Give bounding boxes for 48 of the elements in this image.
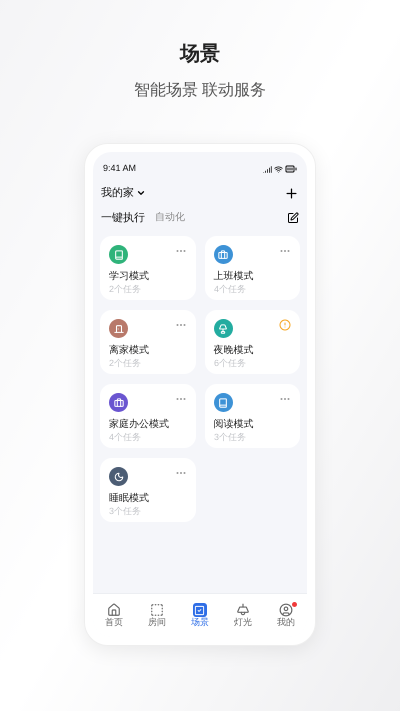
task-count: 2个任务 [109,286,142,294]
home-icon [107,603,122,617]
scene-card[interactable]: 夜晚模式 6个任务 [204,310,300,374]
scene-card[interactable]: 阅读模式 3个任务 [204,384,300,448]
wifi-icon [274,164,283,174]
scene-name: 学习模式 [109,272,150,282]
task-count: 6个任务 [214,360,246,368]
home-selector[interactable]: 我的家 [101,185,134,202]
book-icon [218,398,228,408]
signal-icon [263,164,272,174]
room-icon [150,603,164,617]
nav-tab[interactable]: 场景 [190,603,210,628]
scene-name: 上班模式 [214,272,254,282]
scene-name: 夜晚模式 [214,346,254,356]
task-count: 4个任务 [109,434,142,442]
task-count: 2个任务 [109,360,142,368]
door-icon [114,324,124,334]
user-icon [278,603,293,617]
nav-tab[interactable]: 我的 [276,603,296,628]
scene-name: 离家模式 [109,346,150,356]
task-count: 3个任务 [109,508,142,516]
checkbox-icon [194,604,206,616]
status-time: 9:41 AM [103,162,136,176]
ceiling-lamp-icon [236,603,250,617]
nav-tab[interactable]: 首页 [104,603,124,628]
battery-icon [285,163,297,175]
scene-card[interactable]: 家庭办公模式 4个任务 [100,384,196,448]
scene-card[interactable]: 离家模式 2个任务 [100,310,196,374]
scene-card[interactable]: 睡眠模式 3个任务 [100,458,196,522]
add-icon[interactable] [284,186,299,201]
moon-icon [114,472,124,482]
briefcase-icon [218,250,228,260]
edit-icon[interactable] [287,212,299,224]
nav-tab[interactable]: 灯光 [232,603,253,628]
scene-name: 家庭办公模式 [109,420,170,430]
scene-name: 睡眠模式 [109,494,150,504]
scene-name: 阅读模式 [214,420,254,430]
task-count: 4个任务 [214,286,246,294]
scene-card[interactable]: 上班模式 4个任务 [204,236,300,300]
task-count: 3个任务 [214,434,246,442]
scene-card[interactable]: 学习模式 2个任务 [100,236,196,300]
tab[interactable]: 一键执行 [101,210,145,226]
book-icon [114,250,124,260]
nav-tab[interactable]: 房间 [147,603,168,628]
briefcase-icon [114,398,124,408]
page-title: 场景 [180,44,220,64]
page-subtitle: 智能场景 联动服务 [134,83,266,99]
lamp-icon [218,324,228,334]
